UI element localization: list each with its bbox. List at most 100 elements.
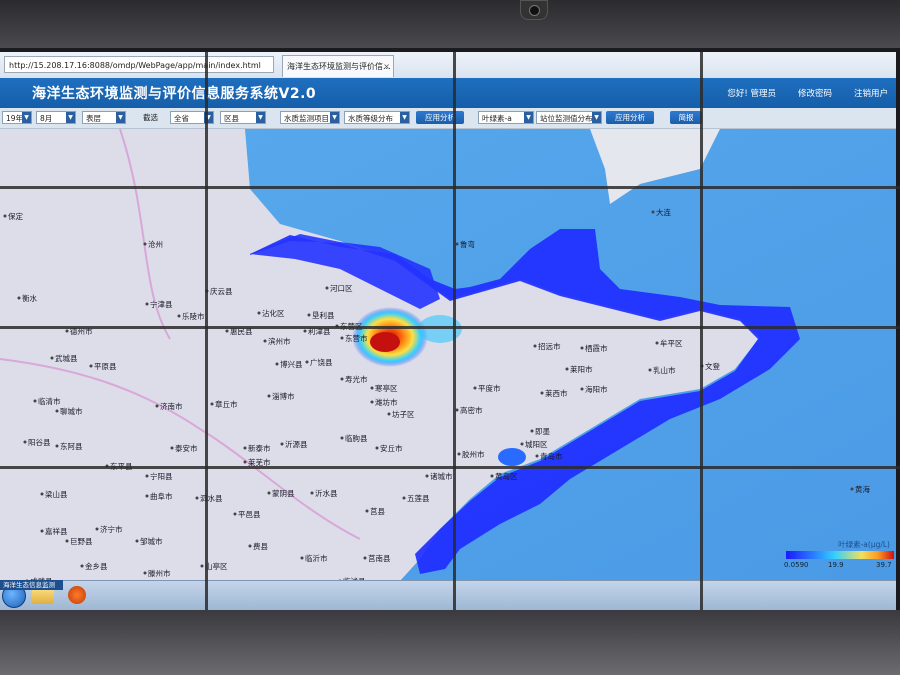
map-place-label: 黄海 (855, 484, 870, 494)
map-place-marker (280, 442, 284, 446)
map-place-marker (580, 387, 584, 391)
crop-checkbox[interactable]: 截选 (140, 111, 168, 124)
map-place-label: 阳谷县 (28, 438, 51, 447)
apply-analysis-button-2[interactable]: 应用分析 (606, 111, 654, 124)
map-place-label: 即墨 (535, 427, 550, 436)
map-place-marker (89, 364, 93, 368)
bezel-seam (700, 52, 703, 610)
station-value-select[interactable]: 站位监测值分布 ▼ (536, 111, 602, 124)
map-place-label: 安丘市 (380, 443, 403, 453)
map-place-label: 莱西市 (545, 388, 568, 398)
map-place-marker (850, 487, 854, 491)
map-place-label: 招远市 (538, 341, 561, 351)
map-place-marker (80, 564, 84, 568)
map-place-marker (65, 539, 69, 543)
map-place-label: 沧州 (148, 239, 163, 249)
district-select[interactable]: 区县 ▼ (220, 111, 266, 124)
map-place-label: 保定 (8, 211, 23, 221)
map-place-label: 大连 (656, 207, 671, 217)
map-place-label: 金乡县 (85, 561, 108, 571)
map-place-marker (55, 409, 59, 413)
map-place-marker (263, 339, 267, 343)
ceiling (0, 0, 900, 48)
map-place-label: 沂源县 (285, 439, 308, 449)
map-place-marker (210, 402, 214, 406)
map-view[interactable]: 沧州衡水德州市宁津县乐陵市庆云县河口区东营区东营市垦利县利津县沾化区惠民县滨州市… (0, 128, 896, 610)
monitor-item-select[interactable]: 水质监测项目 ▼ (280, 111, 340, 124)
map-place-marker (143, 242, 147, 246)
map-place-marker (177, 314, 181, 318)
layer-select[interactable]: 表层 ▼ (82, 111, 126, 124)
map-place-marker (170, 446, 174, 450)
address-bar[interactable]: http://15.208.17.16:8088/omdp/WebPage/ap… (4, 56, 274, 73)
map-place-label: 泰安市 (175, 443, 198, 453)
legend-max: 39.7 (876, 561, 892, 569)
parameter-select[interactable]: 叶绿素-a ▼ (478, 111, 534, 124)
media-player-icon[interactable] (68, 586, 86, 604)
map-place-label: 宁津县 (150, 299, 173, 309)
map-place-marker (325, 286, 329, 290)
map-place-label: 淄博市 (272, 391, 295, 401)
map-place-label: 高密市 (460, 405, 483, 415)
grade-distribution-select[interactable]: 水质等级分布 ▼ (344, 111, 410, 124)
map-place-label: 滨州市 (268, 336, 291, 346)
app-status-tab[interactable]: 海洋生态信息监测 (0, 580, 63, 590)
map-place-label: 栖霞市 (585, 343, 608, 353)
map-place-marker (387, 412, 391, 416)
map-place-marker (135, 539, 139, 543)
map-place-marker (23, 440, 27, 444)
map-place-marker (648, 368, 652, 372)
map-place-label: 黄岛区 (495, 471, 518, 481)
map-place-marker (243, 460, 247, 464)
legend-min: 0.0590 (784, 561, 809, 569)
map-place-label: 城阳区 (525, 440, 548, 449)
map-place-marker (490, 474, 494, 478)
map-place-marker (303, 329, 307, 333)
month-select[interactable]: 8月 ▼ (36, 111, 76, 124)
map-place-label: 滕州市 (148, 568, 171, 578)
logout-link[interactable]: 注销用户 (854, 87, 888, 99)
map-place-label: 潍坊市 (375, 397, 398, 407)
map-place-label: 泗水县 (200, 493, 223, 503)
map-place-label: 乐陵市 (182, 311, 205, 321)
apply-analysis-button[interactable]: 应用分析 (416, 111, 464, 124)
map-place-marker (65, 329, 69, 333)
map-canvas[interactable]: 沧州衡水德州市宁津县乐陵市庆云县河口区东营区东营市垦利县利津县沾化区惠民县滨州市… (0, 128, 896, 610)
map-place-label: 河口区 (330, 284, 353, 293)
map-place-label: 武城县 (55, 353, 78, 363)
map-place-label: 济宁市 (100, 524, 123, 534)
map-place-label: 章丘市 (215, 399, 238, 409)
browser-tab[interactable]: 海洋生态环境监测与评价信... × (282, 55, 394, 77)
map-place-marker (267, 491, 271, 495)
map-place-label: 牟平区 (660, 338, 683, 348)
map-place-label: 莒县 (370, 506, 385, 516)
map-place-label: 诸城市 (430, 471, 453, 481)
map-place-marker (225, 329, 229, 333)
bezel-seam (0, 186, 900, 189)
map-place-marker (540, 391, 544, 395)
map-place-label: 沾化区 (262, 308, 285, 318)
map-place-marker (530, 429, 534, 433)
map-place-label: 济南市 (160, 401, 183, 411)
map-place-label: 鲁弯 (460, 239, 475, 249)
map-place-label: 巨野县 (70, 537, 93, 546)
close-tab-icon[interactable]: × (383, 56, 390, 77)
map-place-marker (40, 529, 44, 533)
map-place-label: 沂水县 (315, 488, 338, 498)
year-select[interactable]: 19年 ▼ (2, 111, 32, 124)
map-place-label: 寿光市 (345, 374, 368, 384)
map-place-label: 曲阜市 (150, 491, 173, 501)
report-button[interactable]: 简报 (670, 111, 702, 124)
change-password-link[interactable]: 修改密码 (798, 87, 832, 99)
map-place-marker (233, 512, 237, 516)
map-place-label: 胶州市 (462, 449, 485, 459)
map-place-label: 山亭区 (205, 561, 228, 571)
jiaozhou-bay-patch (498, 448, 526, 466)
map-place-label: 青岛市 (540, 451, 563, 461)
browser-tab-title: 海洋生态环境监测与评价信... (287, 62, 391, 71)
map-place-label: 坊子区 (392, 409, 415, 419)
map-place-label: 垦利县 (312, 310, 335, 320)
bezel-seam (0, 326, 900, 329)
map-place-label: 临沂市 (305, 553, 328, 563)
map-place-marker (50, 356, 54, 360)
